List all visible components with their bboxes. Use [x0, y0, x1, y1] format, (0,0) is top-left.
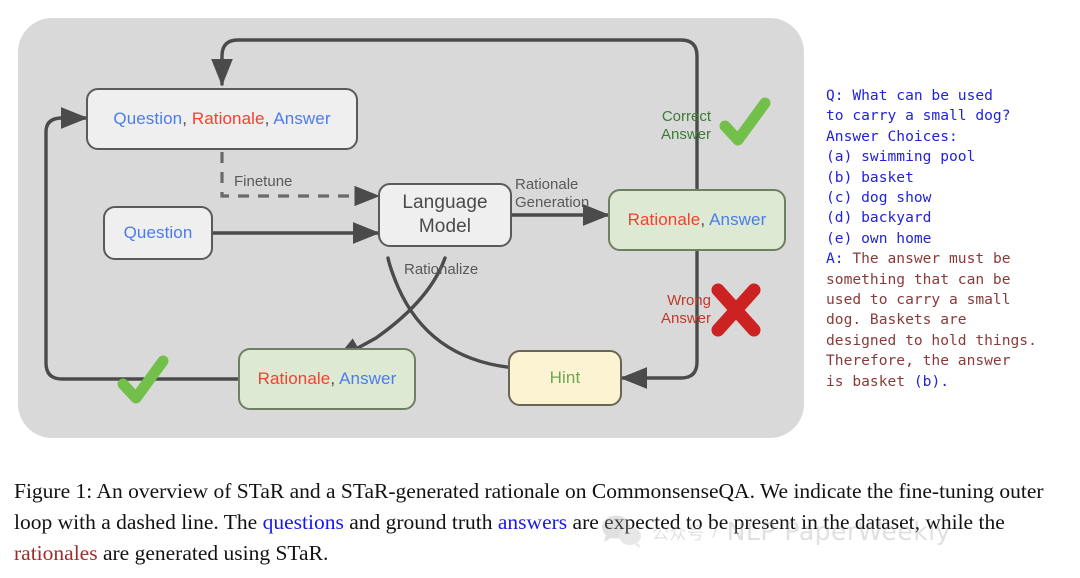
node-label-hint: Hint — [549, 368, 581, 388]
qa-question-body: What can be used to carry a small dog? A… — [826, 87, 1011, 247]
node-label-answer: Answer — [709, 210, 767, 230]
node-label-sep: , — [182, 109, 192, 129]
node-label-rationale: Rationale — [191, 109, 265, 129]
qa-q-prefix: Q: — [826, 87, 853, 104]
caption-questions: questions — [262, 510, 344, 534]
node-question-rationale-answer[interactable]: Question, Rationale, Answer — [86, 88, 358, 150]
edge-label-rationalize: Rationalize — [404, 261, 479, 278]
node-rationale-answer-correct[interactable]: Rationale, Answer — [608, 189, 786, 251]
node-label-question: Question — [113, 109, 183, 129]
node-rationale-answer-rationalized[interactable]: Rationale, Answer — [238, 348, 416, 410]
figure-caption: Figure 1: An overview of STaR and a STaR… — [14, 476, 1070, 569]
node-label-sep: , — [330, 369, 340, 389]
node-label-rationale: Rationale — [627, 210, 701, 230]
node-label-sep: , — [700, 210, 710, 230]
qa-a-prefix: A: — [826, 250, 853, 268]
edge-label-rationale-generation: Rationale Generation — [515, 176, 590, 211]
edge-label-finetune: Finetune — [234, 173, 293, 190]
node-label-question: Question — [123, 223, 193, 243]
node-language-model[interactable]: Language Model — [378, 183, 512, 247]
node-label-rationale: Rationale — [257, 369, 331, 389]
caption-answers: answers — [497, 510, 568, 534]
node-hint[interactable]: Hint — [508, 350, 622, 406]
figure-overview-star: Question, Rationale, Answer Question Lan… — [0, 0, 1080, 470]
check-mark-icon — [719, 97, 771, 146]
qa-answer-choice: (b). — [913, 372, 950, 390]
caption-part-3: are expected to be present in the datase… — [567, 510, 1005, 534]
node-label-answer: Answer — [339, 369, 397, 389]
node-label-answer: Answer — [273, 109, 331, 129]
caption-part-2: and ground truth — [343, 510, 498, 534]
caption-rationales: rationales — [14, 541, 98, 565]
caption-part-4: are generated using STaR. — [97, 541, 329, 565]
cross-mark-icon — [711, 283, 761, 337]
qa-example-panel: Q: What can be used to carry a small dog… — [826, 86, 1074, 392]
qa-rationale-body: The answer must be something that can be… — [826, 250, 1037, 390]
edge-label-correct-answer: Correct Answer — [660, 108, 711, 143]
edge-label-wrong-answer: Wrong Answer — [660, 292, 711, 327]
check-mark-icon — [117, 355, 169, 404]
node-label-language-model: Language Model — [402, 192, 488, 237]
node-question[interactable]: Question — [103, 206, 213, 260]
